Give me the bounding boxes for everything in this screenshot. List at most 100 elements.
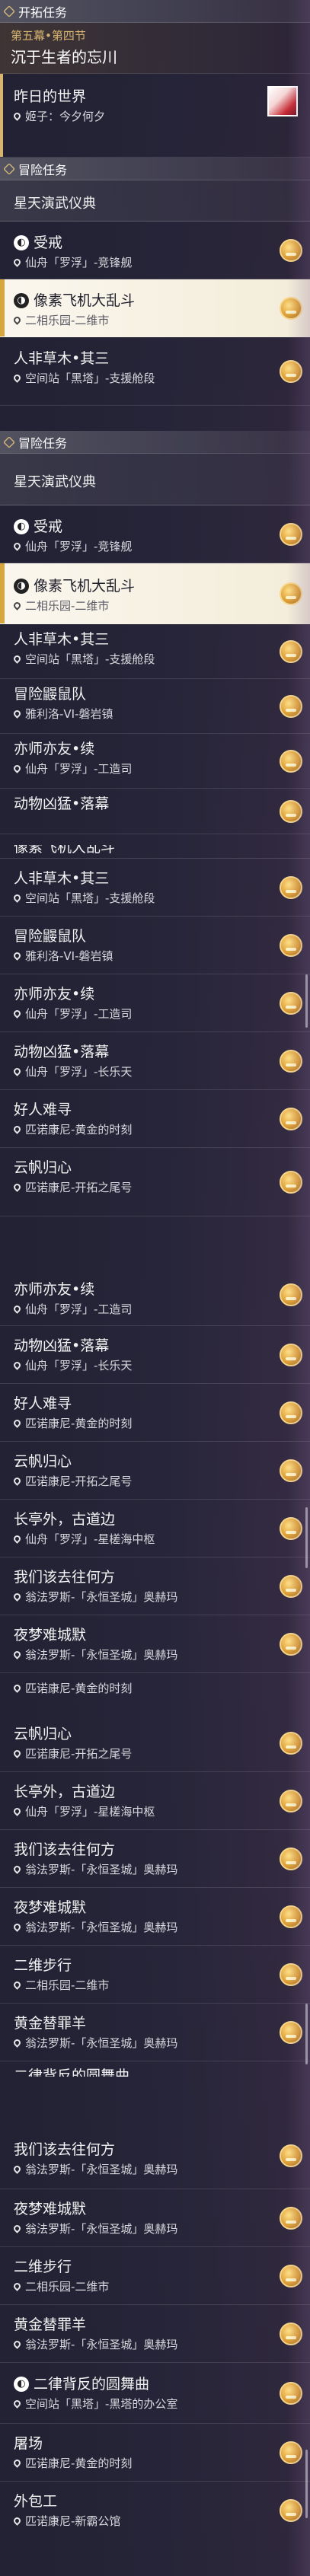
quest-location: 翁法罗斯-「永恒圣城」奥赫玛 (12, 2221, 301, 2236)
quest-location: 空间站「黑塔」-支援舱段 (12, 370, 301, 386)
location-pin-icon (12, 1534, 22, 1544)
quest-item[interactable]: 黄金替罪羊 翁法罗斯-「永恒圣城」奥赫玛 (0, 2305, 310, 2363)
quest-item[interactable]: 二维步行 二相乐园-二维市 (0, 2247, 310, 2305)
quest-name: ◑ 像素飞机大乱斗 (14, 292, 301, 310)
quest-item[interactable]: 冒险鼹鼠队 雅利洛-VI-磐岩镇 (0, 917, 310, 974)
quest-item[interactable]: 人非草木•其三 空间站「黑塔」-支援舱段 (0, 624, 310, 679)
quest-group[interactable]: 星天演武仪典 (0, 180, 310, 222)
quest-name: 黄金替罪羊 (14, 2015, 87, 2032)
quest-item[interactable]: ◐ 二律背反的圆舞曲 空间站「黑塔」-黑塔的办公室 (0, 2363, 310, 2424)
quest-item[interactable]: 夜梦难城默 翁法罗斯-「永恒圣城」奥赫玛 (0, 1888, 310, 1946)
quest-name: 我们该去往何方 (14, 1569, 116, 1586)
quest-panel-3: 像素飞机大乱斗 人非草木•其三 空间站「黑塔」-支援舱段 冒险鼹鼠队 雅利洛-V… (0, 845, 310, 1264)
quest-item[interactable]: 亦师亦友•续 仙舟「罗浮」-工造司 (0, 1264, 310, 1326)
quest-item[interactable]: 云帆归心 匹诺康尼-开拓之尾号 (0, 1442, 310, 1500)
quest-item-selected[interactable]: ◑ 像素飞机大乱斗 二相乐园-二维市 (0, 563, 310, 624)
section-header-trailblaze[interactable]: 开拓任务 (0, 0, 310, 23)
quest-item[interactable]: 昨日的世界 姬子：今夕何夕 (0, 74, 310, 158)
quest-item[interactable]: 夜梦难城默 翁法罗斯-「永恒圣城」奥赫玛 (0, 2189, 310, 2247)
quest-location: 仙舟「罗浮」-工造司 (12, 760, 301, 776)
quest-name: 冒险鼹鼠队 (14, 928, 87, 945)
quest-item-partial[interactable]: 像素飞机大乱斗 (0, 845, 310, 859)
quest-name: 黄金替罪羊 (14, 2316, 87, 2333)
quest-item[interactable]: 我们该去往何方 翁法罗斯-「永恒圣城」奥赫玛 (0, 1557, 310, 1615)
quest-category-icon (3, 162, 15, 175)
quest-item[interactable]: ◐ 受戒 仙舟「罗浮」-竞锋舰 (0, 505, 310, 563)
quest-location-text: 仙舟「罗浮」-竞锋舰 (25, 540, 133, 553)
quest-location: 翁法罗斯-「永恒圣城」奥赫玛 (12, 1861, 301, 1877)
location-pin-icon (12, 541, 22, 551)
reward-icon (280, 1905, 302, 1928)
quest-name: 夜梦难城默 (14, 1899, 87, 1916)
quest-location: 雅利洛-VI-磐岩镇 (12, 948, 301, 964)
quest-item[interactable]: 好人难寻 匹诺康尼-黄金的时刻 (0, 1090, 310, 1148)
quest-name: ◐ 受戒 (14, 518, 301, 536)
quest-location: 仙舟「罗浮」-工造司 (12, 1006, 301, 1022)
quest-category-icon (3, 5, 15, 18)
quest-item[interactable]: 动物凶猛•落幕 (0, 789, 310, 834)
quest-item[interactable]: 黄金替罪羊 翁法罗斯-「永恒圣城」奥赫玛 (0, 2004, 310, 2061)
reward-icon (280, 1847, 302, 1870)
reward-icon (280, 1632, 302, 1656)
quest-type-icon: ◐ (14, 519, 29, 534)
quest-group[interactable]: 星天演武仪典 (0, 454, 310, 505)
quest-item[interactable]: 人非草木•其三 空间站「黑塔」-支援舱段 (0, 859, 310, 917)
quest-item[interactable]: 外包工 匹诺康尼-新霸公馆 (0, 2482, 310, 2576)
quest-name: ◐ 受戒 (14, 234, 301, 252)
quest-item[interactable]: 屠场 匹诺康尼-黄金的时刻 (0, 2424, 310, 2482)
quest-item[interactable]: 冒险鼹鼠队 雅利洛-VI-磐岩镇 (0, 679, 310, 734)
location-pin-icon (12, 951, 22, 961)
quest-group-name: 星天演武仪典 (14, 473, 96, 490)
quest-item[interactable]: 云帆归心 匹诺康尼-开拓之尾号 (0, 1714, 310, 1772)
section-header-adventure[interactable]: 冒险任务 (0, 158, 310, 180)
location-pin-icon (12, 2164, 22, 2174)
quest-item[interactable]: 长亭外，古道边 仙舟「罗浮」-星槎海中枢 (0, 1772, 310, 1830)
location-pin-icon (12, 2516, 22, 2526)
reward-icon (280, 238, 302, 262)
quest-location-text: 雅利洛-VI-磐岩镇 (25, 949, 113, 963)
reward-icon (280, 1962, 302, 1986)
quest-name: 云帆归心 (14, 1159, 72, 1176)
location-pin-icon (12, 257, 22, 267)
quest-group-name: 星天演武仪典 (14, 195, 96, 212)
quest-category-icon (3, 435, 15, 448)
reward-icon (280, 1049, 302, 1073)
quest-item[interactable]: 我们该去往何方 翁法罗斯-「永恒圣城」奥赫玛 (0, 1830, 310, 1888)
character-portrait (267, 86, 298, 116)
location-pin-icon (12, 2038, 22, 2048)
quest-location-text: 空间站「黑塔」-支援舱段 (25, 652, 155, 666)
section-header-adventure[interactable]: 冒险任务 (0, 431, 310, 454)
quest-item[interactable]: 二维步行 二相乐园-二维市 (0, 1946, 310, 2004)
quest-item[interactable]: 长亭外，古道边 仙舟「罗浮」-星槎海中枢 (0, 1500, 310, 1557)
location-pin-icon (12, 893, 22, 903)
quest-location: 仙舟「罗浮」-竞锋舰 (12, 538, 301, 554)
quest-item[interactable]: 人非草木•其三 空间站「黑塔」-支援舱段 (0, 337, 310, 406)
quest-item[interactable]: 夜梦难城默 翁法罗斯-「永恒圣城」奥赫玛 (0, 1615, 310, 1673)
quest-item[interactable]: 动物凶猛•落幕 仙舟「罗浮」-长乐天 (0, 1032, 310, 1090)
quest-name: 我们该去往何方 (14, 2141, 116, 2158)
quest-item[interactable]: ◐ 受戒 仙舟「罗浮」-竞锋舰 (0, 222, 310, 279)
quest-item-partial[interactable]: 二律背反的圆舞曲 (0, 2061, 310, 2077)
location-pin-icon (12, 1980, 22, 1990)
quest-location: 仙舟「罗浮」-长乐天 (12, 1357, 301, 1373)
reward-icon (280, 694, 302, 718)
quest-location: 翁法罗斯-「永恒圣城」奥赫玛 (12, 2336, 301, 2352)
quest-location-text: 匹诺康尼-开拓之尾号 (25, 1475, 133, 1488)
quest-item[interactable]: 好人难寻 匹诺康尼-黄金的时刻 (0, 1384, 310, 1442)
quest-name-text: 二律背反的圆舞曲 (34, 2376, 150, 2393)
location-pin-icon (12, 1360, 22, 1370)
quest-location: 二相乐园-二维市 (12, 312, 301, 328)
location-pin-icon (12, 709, 22, 719)
quest-item-selected[interactable]: ◑ 像素飞机大乱斗 二相乐园-二维市 (0, 279, 310, 337)
quest-location: 二相乐园-二维市 (12, 1977, 301, 1993)
quest-name: 我们该去往何方 (14, 1841, 116, 1858)
quest-panel-1: 开拓任务 第五幕•第四节 沉于生者的忘川 昨日的世界 姬子：今夕何夕 冒险任务 … (0, 0, 310, 431)
quest-location-text: 翁法罗斯-「永恒圣城」奥赫玛 (25, 1863, 178, 1876)
quest-item[interactable]: 亦师亦友•续 仙舟「罗浮」-工造司 (0, 974, 310, 1032)
reward-icon (280, 749, 302, 773)
quest-item[interactable]: 我们该去往何方 翁法罗斯-「永恒圣城」奥赫玛 (0, 2122, 310, 2189)
quest-item[interactable]: 云帆归心 匹诺康尼-开拓之尾号 (0, 1148, 310, 1216)
quest-location: 匹诺康尼-新霸公馆 (12, 2513, 301, 2529)
quest-item[interactable]: 亦师亦友•续 仙舟「罗浮」-工造司 (0, 734, 310, 789)
quest-item[interactable]: 动物凶猛•落幕 仙舟「罗浮」-长乐天 (0, 1326, 310, 1384)
